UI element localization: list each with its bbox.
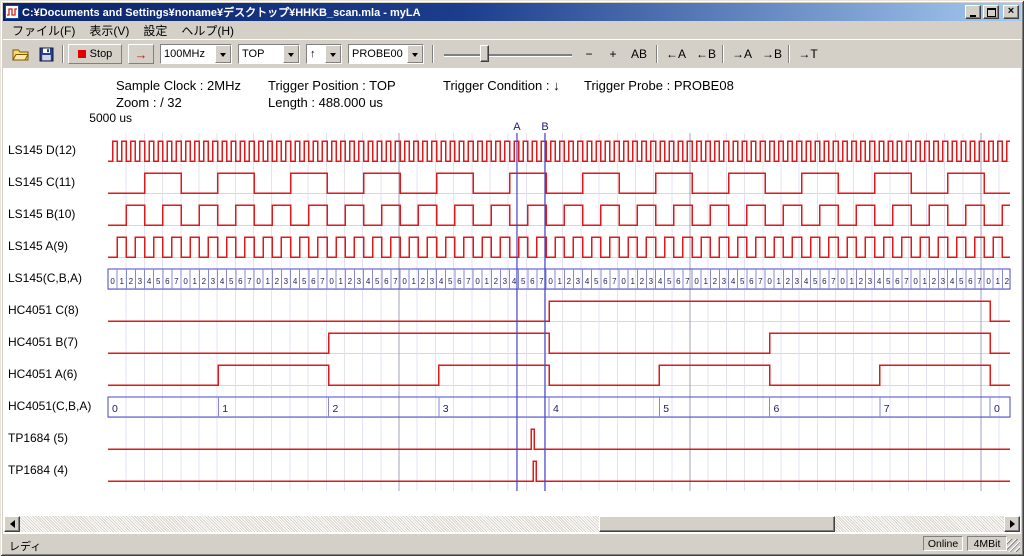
trigger-position-dropdown-button[interactable] (283, 45, 299, 63)
toolbar-divider (722, 45, 724, 63)
menu-help[interactable]: ヘルプ(H) (174, 21, 241, 40)
toolbar-divider (788, 45, 790, 63)
channel-label-9[interactable]: TP1684 (5) (8, 431, 68, 445)
chevron-down-icon (412, 53, 418, 60)
trigger-position-select[interactable]: TOP (238, 44, 300, 64)
trigger-condition-info: Trigger Condition : ↓ (443, 78, 560, 93)
memory-indicator: 4MBit (967, 536, 1007, 551)
chevron-down-icon (330, 53, 336, 60)
waveform-pane (3, 68, 1021, 533)
menu-settings[interactable]: 設定 (136, 21, 174, 40)
probe-dropdown-button[interactable] (407, 45, 423, 63)
close-button[interactable]: × (1003, 5, 1019, 19)
trigger-position-info: Trigger Position : TOP (268, 78, 396, 93)
app-icon (5, 5, 19, 19)
online-indicator: Online (923, 536, 963, 551)
probe-value: PROBE00 (349, 45, 407, 63)
minimize-icon (970, 15, 976, 17)
zoom-info: Zoom : / 32 (116, 95, 182, 110)
sample-rate-value: 100MHz (161, 45, 215, 63)
sample-rate-dropdown-button[interactable] (215, 45, 231, 63)
sample-rate-select[interactable]: 100MHz (160, 44, 232, 64)
length-info: Length : 488.000 us (268, 95, 383, 110)
menu-view[interactable]: 表示(V) (82, 21, 136, 40)
goto-marker-b-right-button[interactable]: →B (758, 44, 786, 64)
horizontal-scrollbar[interactable] (4, 516, 1020, 532)
toolbar-divider (656, 45, 658, 63)
scroll-right-icon (1010, 520, 1019, 528)
scroll-right-button[interactable] (1004, 516, 1020, 532)
zoom-in-button[interactable]: + (602, 44, 624, 64)
window-title: C:¥Documents and Settings¥noname¥デスクトップ¥… (22, 4, 963, 20)
zoom-ab-button[interactable]: AB (626, 44, 652, 64)
minimize-button[interactable] (965, 5, 981, 19)
save-button[interactable] (34, 43, 58, 65)
save-floppy-icon (39, 47, 54, 62)
channel-label-2[interactable]: LS145 B(10) (8, 207, 75, 221)
trigger-edge-dropdown-button[interactable] (325, 45, 341, 63)
channel-label-8[interactable]: HC4051(C,B,A) (8, 399, 91, 413)
channel-label-7[interactable]: HC4051 A(6) (8, 367, 77, 381)
open-button[interactable] (8, 43, 32, 65)
menu-file[interactable]: ファイル(F) (5, 21, 82, 40)
statusbar: レディ Online 4MBit (3, 533, 1021, 553)
channel-label-4[interactable]: LS145(C,B,A) (8, 271, 82, 285)
channel-label-0[interactable]: LS145 D(12) (8, 143, 76, 157)
sample-clock-info: Sample Clock : 2MHz (116, 78, 241, 93)
time-division-label: 5000 us (58, 111, 132, 125)
maximize-icon (987, 8, 996, 17)
goto-marker-b-left-button[interactable]: ←B (692, 44, 720, 64)
channel-label-5[interactable]: HC4051 C(8) (8, 303, 79, 317)
open-folder-icon (12, 47, 29, 62)
channel-label-10[interactable]: TP1684 (4) (8, 463, 68, 477)
scroll-thumb[interactable] (599, 516, 835, 532)
stop-button[interactable]: Stop (68, 44, 122, 64)
channel-label-3[interactable]: LS145 A(9) (8, 239, 68, 253)
zoom-slider-thumb[interactable] (480, 45, 489, 62)
toolbar-divider (432, 45, 434, 63)
stop-icon (78, 50, 86, 58)
channel-label-1[interactable]: LS145 C(11) (8, 175, 75, 189)
zoom-slider-track[interactable] (444, 54, 572, 56)
chevron-down-icon (288, 53, 294, 60)
toolbar: Stop → 100MHz TOP ↑ PROBE00 − + AB ←A ←B… (3, 39, 1021, 68)
trigger-position-value: TOP (239, 45, 283, 63)
resize-grip[interactable] (1007, 539, 1020, 552)
status-message: レディ (9, 538, 41, 554)
maximize-button[interactable] (983, 5, 999, 19)
goto-trigger-button[interactable]: →T (794, 44, 822, 64)
channel-label-6[interactable]: HC4051 B(7) (8, 335, 78, 349)
app-window: C:¥Documents and Settings¥noname¥デスクトップ¥… (0, 0, 1024, 556)
chevron-down-icon (220, 53, 226, 60)
run-button[interactable]: → (128, 44, 154, 64)
scroll-left-icon (6, 520, 15, 528)
goto-marker-a-right-button[interactable]: →A (728, 44, 756, 64)
trigger-edge-value: ↑ (307, 45, 325, 63)
probe-select[interactable]: PROBE00 (348, 44, 424, 64)
toolbar-divider (62, 45, 64, 63)
titlebar[interactable]: C:¥Documents and Settings¥noname¥デスクトップ¥… (3, 3, 1021, 21)
goto-marker-a-left-button[interactable]: ←A (662, 44, 690, 64)
scroll-left-button[interactable] (4, 516, 20, 532)
trigger-probe-info: Trigger Probe : PROBE08 (584, 78, 734, 93)
trigger-edge-select[interactable]: ↑ (306, 44, 342, 64)
zoom-out-button[interactable]: − (578, 44, 600, 64)
stop-button-label: Stop (90, 48, 113, 60)
menubar: ファイル(F) 表示(V) 設定 ヘルプ(H) (3, 21, 1021, 39)
close-icon: × (1008, 6, 1014, 17)
